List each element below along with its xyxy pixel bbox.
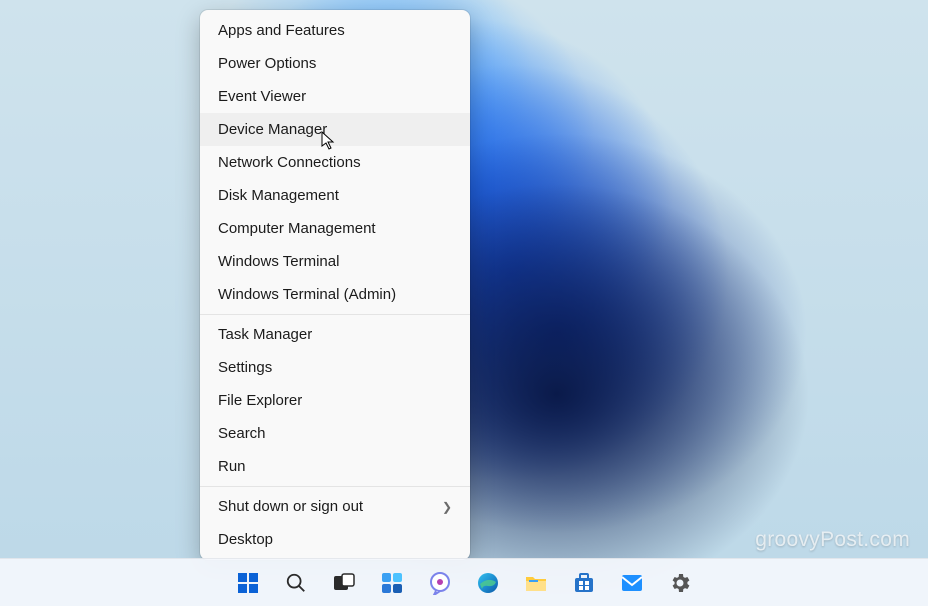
menu-separator (200, 486, 470, 487)
menu-item-label: Apps and Features (218, 22, 345, 39)
widgets-icon (380, 571, 404, 595)
menu-item-run[interactable]: Run (200, 450, 470, 483)
menu-item-label: Windows Terminal (Admin) (218, 286, 396, 303)
menu-separator (200, 314, 470, 315)
menu-item-label: Disk Management (218, 187, 339, 204)
microsoft-store-icon (572, 571, 596, 595)
start-icon (236, 571, 260, 595)
menu-item-event-viewer[interactable]: Event Viewer (200, 80, 470, 113)
menu-item-power-options[interactable]: Power Options (200, 47, 470, 80)
edge-icon (476, 571, 500, 595)
chevron-right-icon: ❯ (442, 500, 452, 514)
mail-button[interactable] (612, 563, 652, 603)
menu-item-windows-terminal[interactable]: Windows Terminal (200, 245, 470, 278)
menu-item-label: Shut down or sign out (218, 498, 363, 515)
menu-item-desktop[interactable]: Desktop (200, 523, 470, 556)
menu-item-label: Run (218, 458, 246, 475)
edge-button[interactable] (468, 563, 508, 603)
menu-item-label: Event Viewer (218, 88, 306, 105)
winx-power-user-menu: Apps and Features Power Options Event View… (200, 10, 470, 560)
menu-item-file-explorer[interactable]: File Explorer (200, 384, 470, 417)
menu-item-label: Network Connections (218, 154, 361, 171)
menu-item-label: Search (218, 425, 266, 442)
menu-item-disk-management[interactable]: Disk Management (200, 179, 470, 212)
menu-item-computer-management[interactable]: Computer Management (200, 212, 470, 245)
task-view-icon (333, 572, 355, 594)
task-view-button[interactable] (324, 563, 364, 603)
menu-item-task-manager[interactable]: Task Manager (200, 318, 470, 351)
settings-button[interactable] (660, 563, 700, 603)
menu-item-label: Computer Management (218, 220, 376, 237)
menu-item-apps-and-features[interactable]: Apps and Features (200, 14, 470, 47)
search-button[interactable] (276, 563, 316, 603)
watermark-text: groovyPost.com (755, 528, 910, 552)
menu-item-label: Settings (218, 359, 272, 376)
mouse-cursor-icon (321, 131, 337, 151)
menu-item-search[interactable]: Search (200, 417, 470, 450)
start-button[interactable] (228, 563, 268, 603)
microsoft-store-button[interactable] (564, 563, 604, 603)
chat-icon (428, 571, 452, 595)
menu-item-settings[interactable]: Settings (200, 351, 470, 384)
menu-item-label: Device Manager (218, 121, 327, 138)
menu-item-label: File Explorer (218, 392, 302, 409)
menu-item-label: Desktop (218, 531, 273, 548)
menu-item-label: Power Options (218, 55, 316, 72)
search-icon (285, 572, 307, 594)
taskbar (0, 558, 928, 606)
file-explorer-icon (524, 572, 548, 594)
settings-icon (668, 571, 692, 595)
menu-item-shut-down-or-sign-out[interactable]: Shut down or sign out ❯ (200, 490, 470, 523)
mail-icon (620, 573, 644, 593)
file-explorer-button[interactable] (516, 563, 556, 603)
widgets-button[interactable] (372, 563, 412, 603)
menu-item-label: Windows Terminal (218, 253, 339, 270)
menu-item-windows-terminal-admin-[interactable]: Windows Terminal (Admin) (200, 278, 470, 311)
chat-button[interactable] (420, 563, 460, 603)
menu-item-label: Task Manager (218, 326, 312, 343)
